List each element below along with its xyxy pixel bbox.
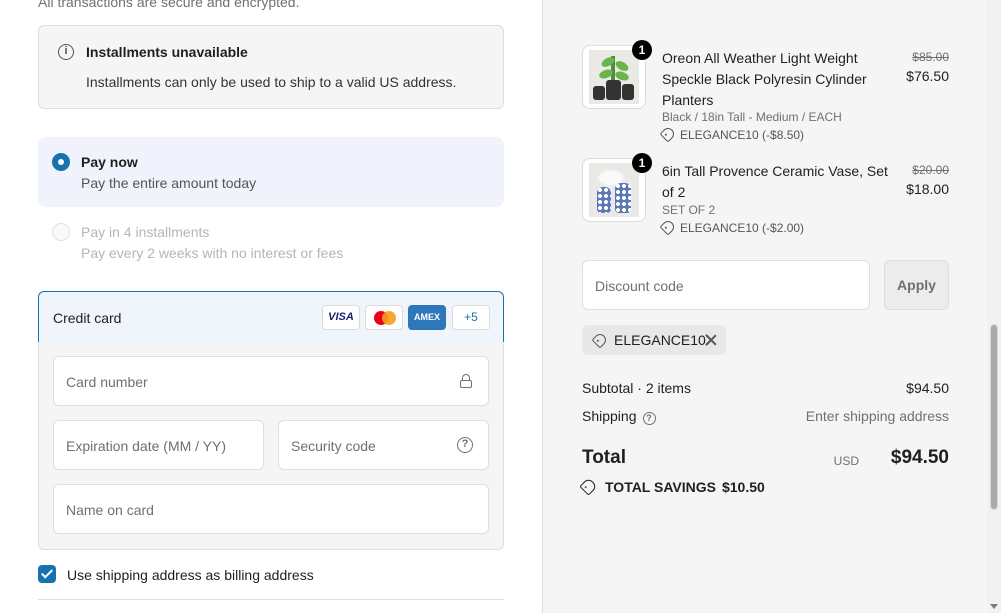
original-price: $20.00 <box>912 163 949 177</box>
applied-code: ELEGANCE10 <box>614 332 706 348</box>
product-variant: SET OF 2 <box>662 203 716 217</box>
total-savings: TOTAL SAVINGS $10.50 <box>579 477 765 496</box>
pay-now-option[interactable]: Pay now Pay the entire amount today <box>38 137 504 207</box>
question-icon[interactable]: ? <box>642 412 656 425</box>
total-label: Total <box>582 447 626 468</box>
tag-icon <box>579 477 598 496</box>
savings-label: TOTAL SAVINGS <box>605 479 716 495</box>
pay-now-subtitle: Pay the entire amount today <box>81 175 257 191</box>
notice-title: Installments unavailable <box>86 44 248 60</box>
billing-checkbox[interactable] <box>38 565 56 583</box>
amex-logo: AMEX <box>408 305 446 330</box>
total-amount: $94.50 <box>890 447 949 468</box>
product-name: Oreon All Weather Light Weight Speckle B… <box>662 50 867 108</box>
security-code-field[interactable]: Security code ? <box>278 420 489 470</box>
pay-now-title: Pay now <box>81 154 138 170</box>
applied-discount-chip: ELEGANCE10 <box>582 325 726 355</box>
tag-icon <box>591 331 609 349</box>
pay-now-radio[interactable] <box>52 153 70 171</box>
subtotal-label: Subtotal · 2 items <box>582 380 691 396</box>
discounted-price: $76.50 <box>906 68 949 84</box>
discount-placeholder: Discount code <box>595 278 684 294</box>
shipping-value: Enter shipping address <box>805 408 949 424</box>
expiration-date-field[interactable]: Expiration date (MM / YY) <box>53 420 264 470</box>
product-discount: ELEGANCE10 (-$2.00) <box>659 218 804 236</box>
scroll-down-arrow[interactable] <box>990 604 998 609</box>
installments-radio <box>52 223 70 241</box>
currency-code: USD <box>833 454 859 468</box>
subtotal-row: Subtotal · 2 items $94.50 <box>582 380 949 396</box>
card-number-field[interactable]: Card number <box>53 356 489 406</box>
expiry-placeholder: Expiration date (MM / YY) <box>66 438 227 454</box>
product-name: 6in Tall Provence Ceramic Vase, Set of 2 <box>662 163 888 200</box>
credit-card-label: Credit card <box>53 310 122 326</box>
savings-amount: $10.50 <box>721 479 765 495</box>
card-number-placeholder: Card number <box>66 374 148 390</box>
more-cards-badge[interactable]: +5 <box>452 305 490 330</box>
info-icon: i <box>58 44 74 60</box>
product-discount: ELEGANCE10 (-$8.50) <box>659 125 804 143</box>
lock-icon <box>460 374 472 388</box>
security-placeholder: Security code <box>291 438 376 454</box>
subtotal-value: $94.50 <box>906 380 949 396</box>
mastercard-logo <box>365 305 403 330</box>
credit-card-form: Card number Expiration date (MM / YY) Se… <box>38 342 504 550</box>
secure-note: All transactions are secure and encrypte… <box>38 0 300 10</box>
billing-checkbox-label: Use shipping address as billing address <box>67 567 314 583</box>
apply-button[interactable]: Apply <box>884 260 949 310</box>
question-icon[interactable]: ? <box>457 437 473 453</box>
shipping-row: Shipping? Enter shipping address <box>582 408 949 425</box>
scrollbar-thumb[interactable] <box>990 324 998 510</box>
payment-panel: All transactions are secure and encrypte… <box>0 0 542 613</box>
installments-title: Pay in 4 installments <box>81 224 210 240</box>
installments-notice: i Installments unavailable Installments … <box>38 25 504 109</box>
name-on-card-field[interactable]: Name on card <box>53 484 489 534</box>
installments-option: Pay in 4 installments Pay every 2 weeks … <box>38 207 504 277</box>
quantity-badge: 1 <box>632 153 652 173</box>
shipping-label: Shipping <box>582 408 637 424</box>
discounted-price: $18.00 <box>906 181 949 197</box>
credit-card-header[interactable]: Credit card VISA AMEX +5 <box>38 291 504 343</box>
visa-logo: VISA <box>322 305 360 330</box>
discount-code-input[interactable]: Discount code <box>582 260 870 310</box>
close-icon[interactable] <box>704 333 718 347</box>
notice-description: Installments can only be used to ship to… <box>86 74 457 90</box>
tag-icon <box>659 218 677 236</box>
order-summary-panel: 1 Oreon All Weather Light Weight Speckle… <box>542 0 987 613</box>
quantity-badge: 1 <box>632 40 652 60</box>
scrollbar[interactable] <box>987 0 1001 613</box>
product-variant: Black / 18in Tall - Medium / EACH <box>662 110 842 124</box>
installments-subtitle: Pay every 2 weeks with no interest or fe… <box>81 245 344 261</box>
original-price: $85.00 <box>912 50 949 64</box>
name-placeholder: Name on card <box>66 502 154 518</box>
total-row: Total USD $94.50 <box>582 447 949 469</box>
divider <box>38 599 504 600</box>
tag-icon <box>659 125 677 143</box>
